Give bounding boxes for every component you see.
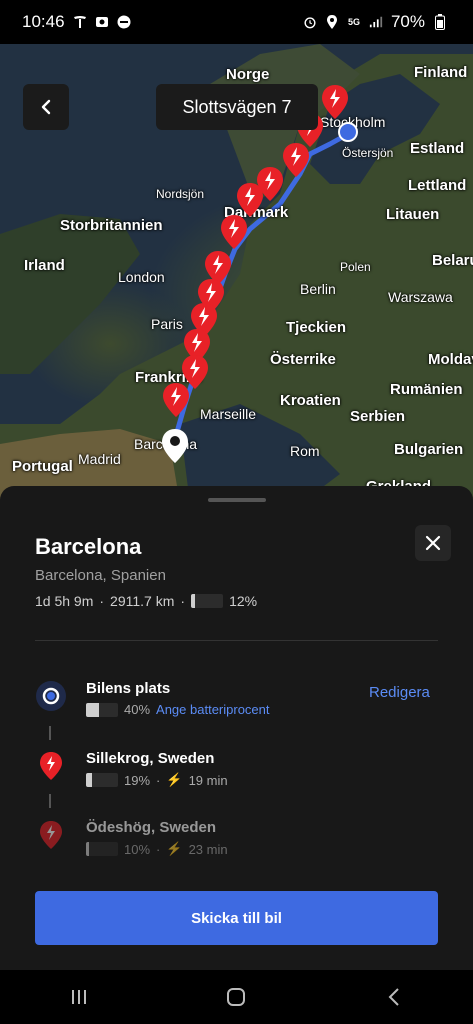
stop-connector bbox=[49, 726, 51, 740]
stop-meta: 19% · ⚡ 19 min bbox=[86, 772, 228, 788]
signal-icon bbox=[369, 15, 383, 29]
recent-apps-icon bbox=[71, 990, 86, 1004]
separator-dot: · bbox=[156, 772, 161, 788]
supercharger-pin-icon[interactable] bbox=[220, 214, 248, 250]
car-location-icon bbox=[35, 680, 67, 712]
supercharger-pin-icon[interactable] bbox=[282, 142, 310, 178]
land-uk bbox=[0, 214, 140, 374]
stop-charger-1[interactable]: Sillekrog, Sweden 19% · ⚡ 19 min bbox=[0, 750, 473, 800]
map-label-warszawa: Warszawa bbox=[388, 289, 453, 305]
stop-meta: 10% · ⚡ 23 min bbox=[86, 841, 228, 857]
bolt-icon: ⚡ bbox=[166, 772, 183, 787]
send-to-car-button[interactable]: Skicka till bil bbox=[35, 891, 438, 945]
home-icon bbox=[227, 988, 246, 1006]
stop-name: Bilens plats bbox=[86, 680, 171, 697]
destination-subtitle: Barcelona, Spanien bbox=[35, 567, 166, 584]
recent-apps-button[interactable] bbox=[59, 977, 99, 1017]
map-label-estland: Estland bbox=[410, 140, 465, 157]
stop-name: Ödeshög, Sweden bbox=[86, 819, 217, 836]
map-label-rom: Rom bbox=[290, 443, 320, 459]
battery-level-icon bbox=[86, 702, 118, 717]
trip-sheet: Barcelona Barcelona, Spanien 1d 5h 9m · … bbox=[0, 486, 473, 970]
start-address-pill[interactable]: Slottsvägen 7 bbox=[156, 84, 318, 130]
stop-charger-2[interactable]: Ödeshög, Sweden 10% · ⚡ 23 min bbox=[0, 819, 473, 869]
battery-level-icon bbox=[86, 773, 118, 787]
back-chevron-icon bbox=[388, 988, 399, 1006]
stop-meta: 40% Ange batteriprocent bbox=[86, 702, 270, 717]
map-label-tjeckien: Tjeckien bbox=[286, 319, 347, 336]
arrival-battery-icon bbox=[191, 594, 224, 608]
battery-percent: 70% bbox=[390, 12, 425, 31]
tv-icon bbox=[95, 15, 109, 29]
network-type-icon: 5G bbox=[347, 17, 360, 27]
map-label-finland: Finland bbox=[414, 64, 468, 81]
map-label-marseille: Marseille bbox=[200, 406, 257, 422]
close-button[interactable] bbox=[415, 525, 451, 561]
map-label-london: London bbox=[118, 269, 165, 285]
trip-duration: 1d 5h 9m bbox=[35, 593, 94, 609]
stop-battery: 19% bbox=[124, 772, 151, 788]
map-label-lettland: Lettland bbox=[408, 177, 467, 194]
map-label-madrid: Madrid bbox=[78, 451, 121, 467]
map-label-irland: Irland bbox=[24, 257, 65, 274]
map-label-litauen: Litauen bbox=[386, 206, 440, 223]
map-label-osterrike: Österrike bbox=[270, 351, 336, 368]
location-icon bbox=[325, 15, 339, 29]
system-back-button[interactable] bbox=[374, 977, 414, 1017]
sheet-drag-handle[interactable] bbox=[208, 498, 266, 502]
separator-dot: · bbox=[156, 841, 161, 857]
stop-car-location[interactable]: Bilens plats 40% Ange batteriprocent Red… bbox=[0, 680, 473, 730]
status-bar: 10:46 5G 70% bbox=[0, 0, 473, 44]
map-label-ostersjon: Östersjön bbox=[342, 146, 394, 160]
stop-charge-time: 23 min bbox=[188, 841, 228, 857]
tesla-app-icon bbox=[73, 15, 87, 29]
arrival-battery: 12% bbox=[229, 593, 258, 609]
map-label-rumanien: Rumänien bbox=[390, 381, 463, 398]
supercharger-pin-icon bbox=[35, 819, 67, 851]
stop-connector bbox=[49, 794, 51, 808]
map-label-berlin: Berlin bbox=[300, 281, 336, 297]
close-icon bbox=[425, 535, 441, 551]
stop-battery: 10% bbox=[124, 841, 151, 857]
map-label-nordsjon: Nordsjön bbox=[156, 187, 205, 201]
alarm-icon bbox=[303, 15, 317, 29]
destination-title: Barcelona bbox=[35, 534, 142, 559]
separator-dot: · bbox=[180, 593, 186, 609]
separator-dot: · bbox=[99, 593, 105, 609]
stop-name: Sillekrog, Sweden bbox=[86, 750, 215, 767]
clock: 10:46 bbox=[22, 12, 65, 31]
battery-icon bbox=[433, 14, 447, 30]
chevron-left-icon bbox=[41, 99, 51, 115]
stop-battery: 40% bbox=[124, 702, 151, 717]
edit-button[interactable]: Redigera bbox=[369, 684, 430, 701]
supercharger-pin-icon[interactable] bbox=[321, 84, 349, 120]
trip-distance: 2911.7 km bbox=[110, 593, 175, 609]
back-button[interactable] bbox=[23, 84, 69, 130]
stop-charge-time: 19 min bbox=[188, 772, 228, 788]
map-label-bulgarien: Bulgarien bbox=[394, 441, 464, 458]
car-location-marker[interactable] bbox=[338, 122, 358, 142]
destination-pin-icon[interactable] bbox=[161, 428, 189, 464]
map-label-polen: Polen bbox=[340, 260, 371, 274]
map-label-paris: Paris bbox=[151, 316, 183, 332]
map-label-norge: Norge bbox=[226, 66, 270, 83]
set-battery-link[interactable]: Ange batteriprocent bbox=[156, 702, 269, 717]
map-label-belarus: Belarus bbox=[432, 252, 473, 269]
trip-summary: 1d 5h 9m · 2911.7 km · 12% bbox=[35, 593, 257, 609]
map-label-moldavien: Moldavien bbox=[428, 351, 473, 368]
home-button[interactable] bbox=[216, 977, 256, 1017]
map-label-kroatien: Kroatien bbox=[280, 392, 341, 409]
app-circle-icon bbox=[117, 15, 131, 29]
map-label-portugal: Portugal bbox=[12, 458, 73, 475]
supercharger-pin-icon[interactable] bbox=[236, 182, 264, 218]
map-label-serbien: Serbien bbox=[350, 408, 406, 425]
battery-level-icon bbox=[86, 842, 118, 856]
system-nav-bar bbox=[0, 970, 473, 1024]
divider bbox=[35, 640, 438, 641]
map-label-storbritannien: Storbritannien bbox=[60, 217, 163, 234]
bolt-icon: ⚡ bbox=[166, 841, 183, 856]
supercharger-pin-icon[interactable] bbox=[162, 382, 190, 418]
supercharger-pin-icon bbox=[35, 750, 67, 782]
